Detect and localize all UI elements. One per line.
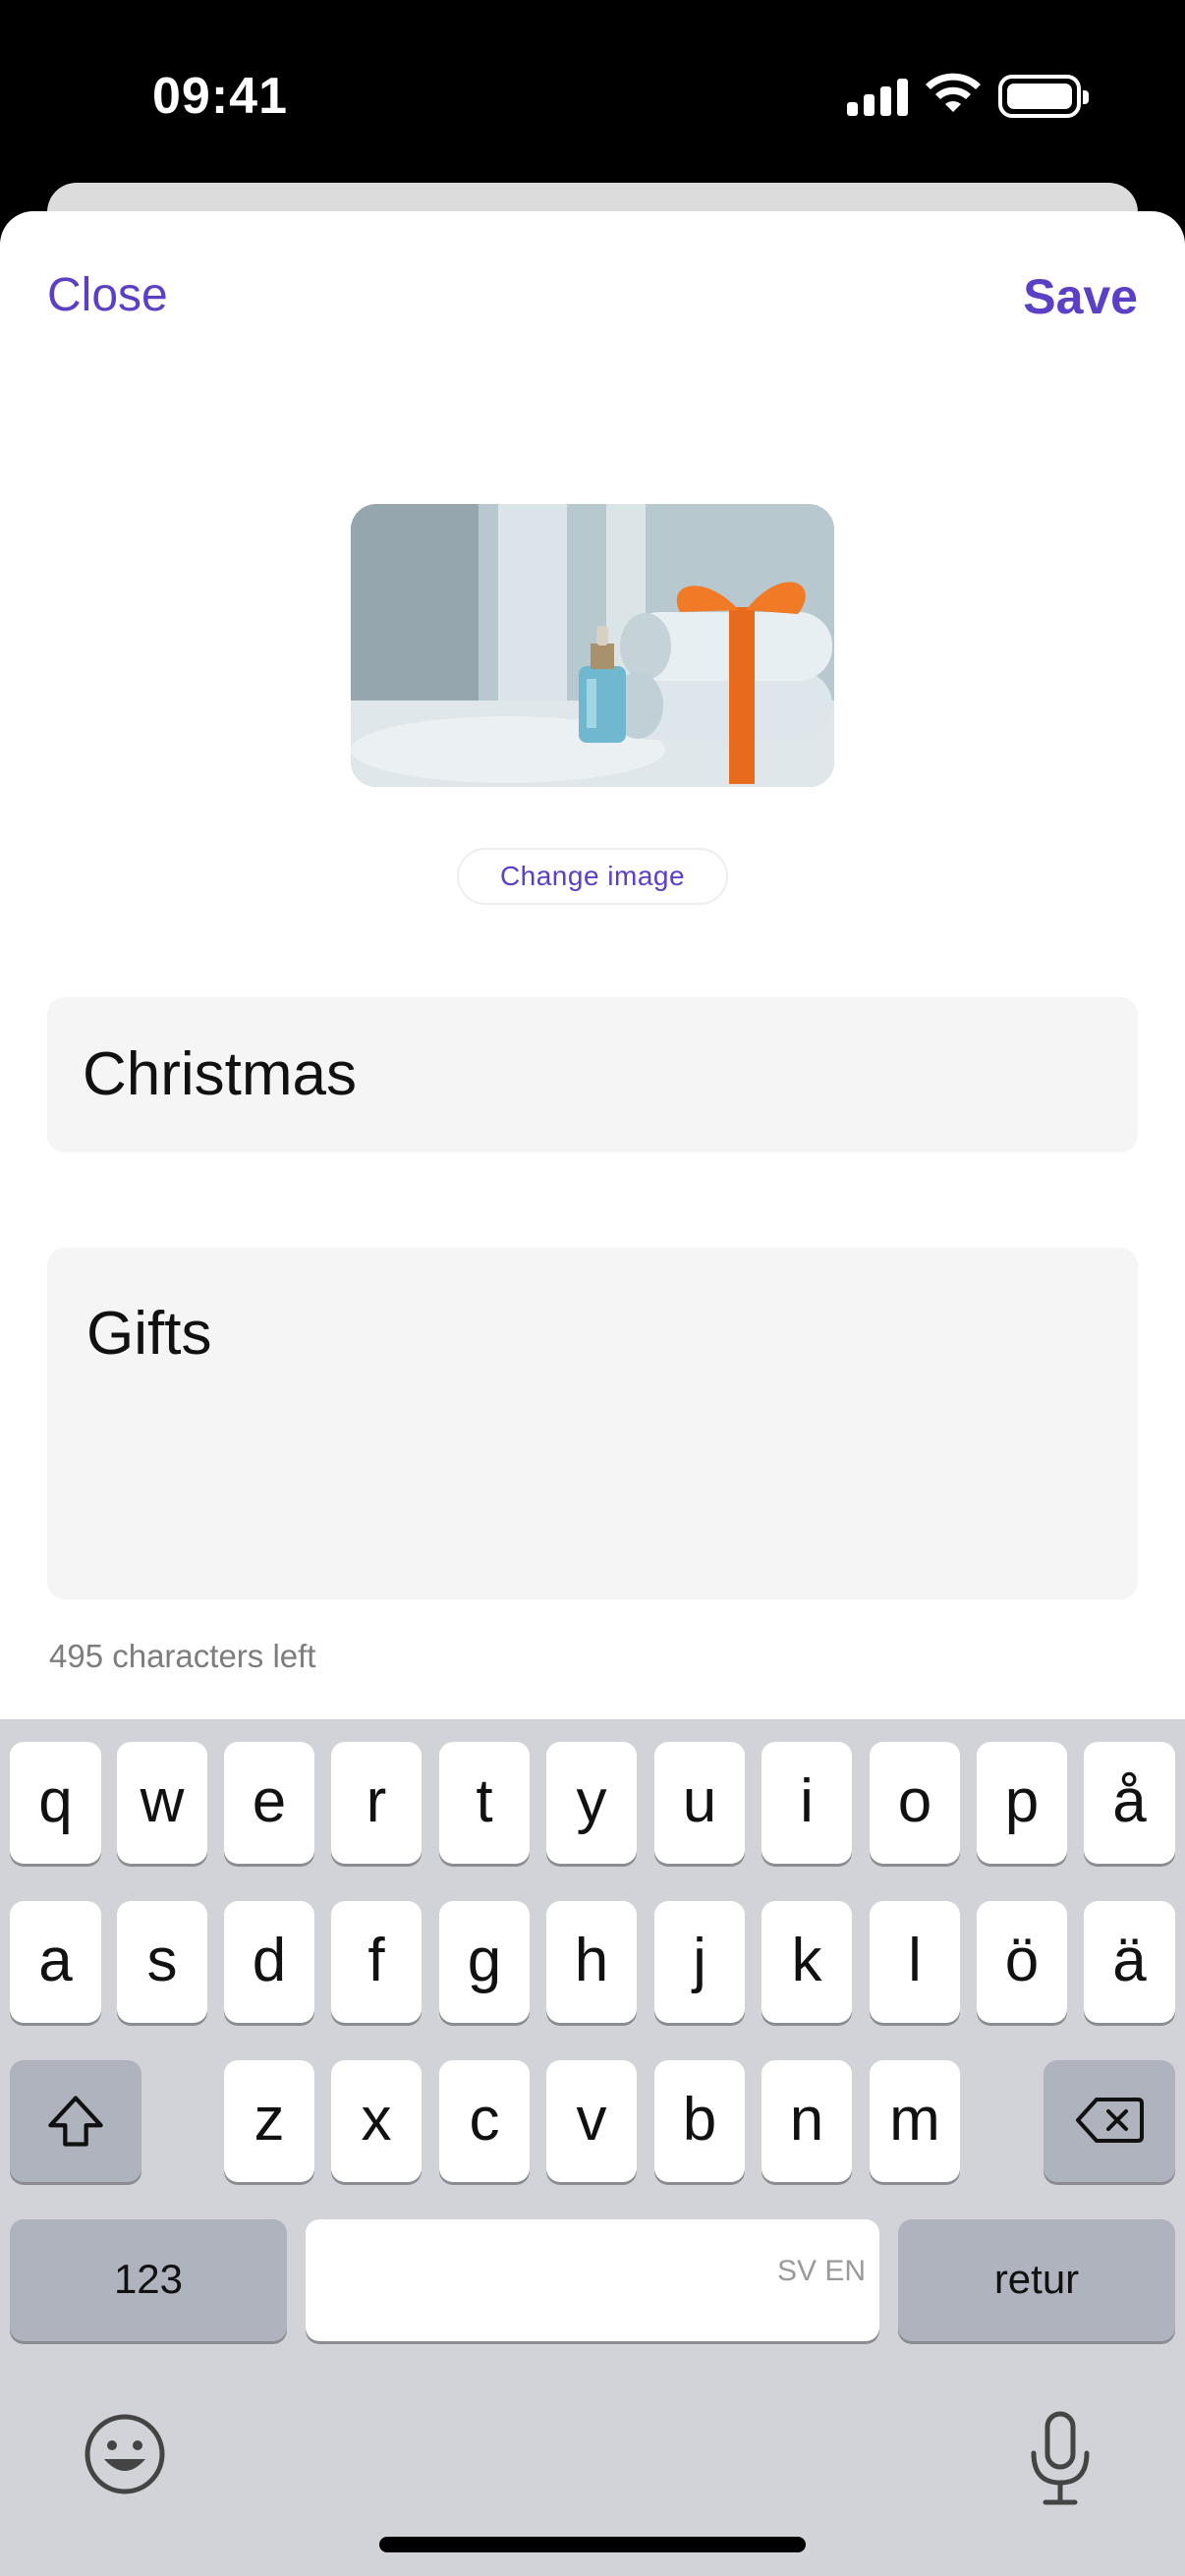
key-j[interactable]: j	[654, 1901, 745, 2023]
key-k[interactable]: k	[762, 1901, 852, 2023]
key-e[interactable]: e	[224, 1742, 314, 1864]
save-button[interactable]: Save	[1023, 268, 1138, 325]
shift-key[interactable]	[10, 2060, 141, 2182]
key-z[interactable]: z	[224, 2060, 314, 2182]
delete-icon	[1076, 2098, 1144, 2143]
key-b[interactable]: b	[654, 2060, 745, 2182]
numbers-key[interactable]: 123	[10, 2219, 287, 2341]
return-key[interactable]: retur	[898, 2219, 1175, 2341]
key-o-umlaut[interactable]: ö	[977, 1901, 1067, 2023]
status-time: 09:41	[152, 68, 288, 125]
character-counter: 495 characters left	[49, 1638, 316, 1674]
key-w[interactable]: w	[117, 1742, 207, 1864]
wifi-icon	[926, 73, 981, 112]
key-i[interactable]: i	[762, 1742, 852, 1864]
edit-sheet: Close Save Change image Christmas Gifts …	[0, 211, 1185, 1719]
key-s[interactable]: s	[117, 1901, 207, 2023]
cover-image[interactable]	[351, 504, 834, 787]
key-x[interactable]: x	[331, 2060, 422, 2182]
description-textarea[interactable]: Gifts	[47, 1248, 1138, 1599]
key-n[interactable]: n	[762, 2060, 852, 2182]
close-button[interactable]: Close	[47, 268, 168, 322]
microphone-icon[interactable]	[1024, 2410, 1097, 2508]
key-f[interactable]: f	[331, 1901, 422, 2023]
key-a[interactable]: a	[10, 1901, 101, 2023]
key-h[interactable]: h	[546, 1901, 637, 2023]
key-p[interactable]: p	[977, 1742, 1067, 1864]
title-input[interactable]: Christmas	[47, 997, 1138, 1152]
key-o[interactable]: o	[870, 1742, 960, 1864]
key-y[interactable]: y	[546, 1742, 637, 1864]
key-a-umlaut[interactable]: ä	[1084, 1901, 1175, 2023]
key-u[interactable]: u	[654, 1742, 745, 1864]
cellular-signal-icon	[847, 77, 908, 116]
status-bar: 09:41	[0, 0, 1185, 187]
key-g[interactable]: g	[439, 1901, 530, 2023]
key-v[interactable]: v	[546, 2060, 637, 2182]
emoji-icon[interactable]	[83, 2412, 167, 2496]
battery-icon	[998, 75, 1089, 118]
change-image-button[interactable]: Change image	[457, 848, 728, 905]
key-t[interactable]: t	[439, 1742, 530, 1864]
home-indicator	[379, 2537, 806, 2552]
delete-key[interactable]	[1044, 2060, 1175, 2182]
space-key[interactable]: SV EN	[306, 2219, 879, 2341]
key-a-ring[interactable]: å	[1084, 1742, 1175, 1864]
keyboard-language-label: SV EN	[776, 2255, 866, 2287]
key-c[interactable]: c	[439, 2060, 530, 2182]
key-m[interactable]: m	[870, 2060, 960, 2182]
key-l[interactable]: l	[870, 1901, 960, 2023]
key-q[interactable]: q	[10, 1742, 101, 1864]
key-r[interactable]: r	[331, 1742, 422, 1864]
key-d[interactable]: d	[224, 1901, 314, 2023]
shift-icon	[48, 2096, 103, 2147]
